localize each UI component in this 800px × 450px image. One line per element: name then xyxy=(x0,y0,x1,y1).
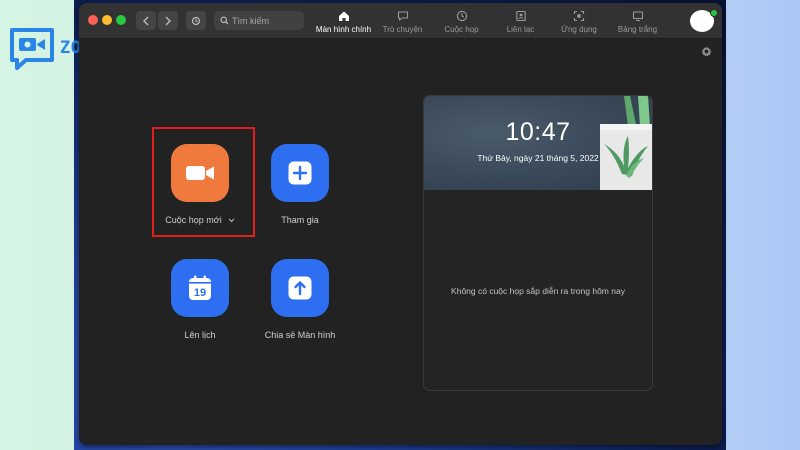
calendar-day-number: 19 xyxy=(194,287,206,299)
home-icon xyxy=(338,11,349,21)
current-date: Thứ Bảy, ngày 21 tháng 5, 2022 xyxy=(477,153,599,163)
clock-icon xyxy=(456,10,467,22)
maximize-window-button[interactable] xyxy=(116,15,126,25)
search-icon xyxy=(220,16,229,25)
history-button[interactable] xyxy=(186,11,206,30)
contact-icon xyxy=(515,10,526,22)
tab-label: Liên lạc xyxy=(506,25,535,34)
tab-home[interactable]: Màn hình chính xyxy=(314,3,373,38)
schedule-button[interactable]: 19 xyxy=(171,259,229,317)
no-meetings-message: Không có cuộc họp sắp diễn ra trong hôm … xyxy=(451,286,625,296)
share-screen-label: Chia sẻ Màn hình xyxy=(264,330,336,340)
zoommeeting-logo-icon xyxy=(10,28,54,70)
tab-label: Ứng dụng xyxy=(561,25,597,34)
tab-contacts[interactable]: Liên lạc xyxy=(491,3,550,38)
plus-icon xyxy=(288,161,312,185)
tab-label: Cuộc họp xyxy=(444,25,479,34)
schedule-label: Lên lịch xyxy=(184,330,216,340)
whiteboard-icon xyxy=(632,11,643,22)
join-action[interactable]: Tham gia xyxy=(245,144,355,225)
close-window-button[interactable] xyxy=(88,15,98,25)
current-time: 10:47 xyxy=(505,118,571,146)
search-box[interactable] xyxy=(214,11,304,30)
chevron-left-icon xyxy=(143,16,149,25)
schedule-action[interactable]: 19 Lên lịch xyxy=(145,259,255,340)
main-tabs: Màn hình chính Trò chuyện Cuộc họp Liên … xyxy=(314,3,667,38)
tab-apps[interactable]: Ứng dụng xyxy=(550,3,608,38)
tab-whiteboard[interactable]: Bảng trắng xyxy=(608,3,667,38)
tab-chat[interactable]: Trò chuyện xyxy=(373,3,432,38)
forward-button[interactable] xyxy=(158,11,178,30)
share-screen-action[interactable]: Chia sẻ Màn hình xyxy=(245,259,355,340)
tab-meetings[interactable]: Cuộc họp xyxy=(432,3,491,38)
chat-icon xyxy=(397,11,408,21)
highlight-box xyxy=(152,127,255,237)
settings-gear-icon[interactable] xyxy=(701,46,712,57)
chevron-right-icon xyxy=(165,16,171,25)
share-screen-button[interactable] xyxy=(271,259,329,317)
join-button[interactable] xyxy=(271,144,329,202)
share-arrow-icon xyxy=(288,276,312,300)
apps-icon xyxy=(573,10,585,22)
history-icon xyxy=(191,16,201,25)
minimize-window-button[interactable] xyxy=(102,15,112,25)
tab-label: Màn hình chính xyxy=(315,25,372,34)
zoom-window: Màn hình chính Trò chuyện Cuộc họp Liên … xyxy=(79,3,722,445)
join-label: Tham gia xyxy=(281,215,319,225)
clock-banner: 10:47 Thứ Bảy, ngày 21 tháng 5, 2022 xyxy=(424,96,652,190)
online-status-dot xyxy=(710,9,718,17)
back-button[interactable] xyxy=(136,11,156,30)
upcoming-meetings-panel: 10:47 Thứ Bảy, ngày 21 tháng 5, 2022 Khô… xyxy=(423,95,653,391)
tab-label: Trò chuyện xyxy=(382,25,423,34)
search-input[interactable] xyxy=(232,15,298,26)
tab-label: Bảng trắng xyxy=(617,25,658,34)
calendar-icon: 19 xyxy=(189,275,211,300)
title-bar: Màn hình chính Trò chuyện Cuộc họp Liên … xyxy=(79,3,722,39)
